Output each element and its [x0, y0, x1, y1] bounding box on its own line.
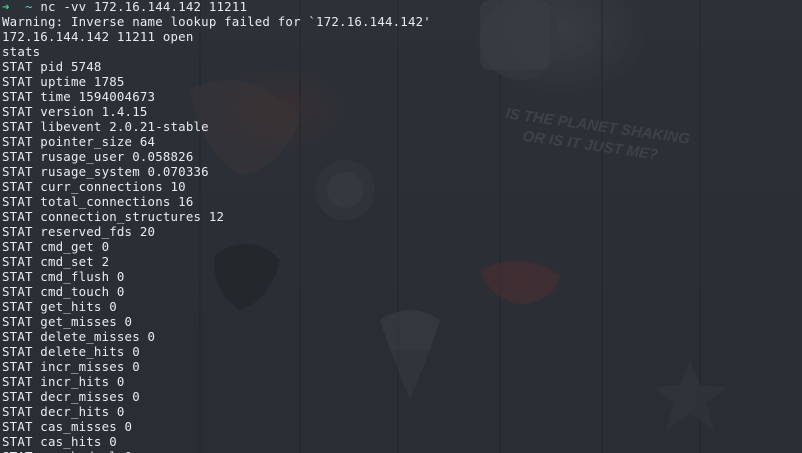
output-line: STAT get_hits 0: [2, 299, 117, 314]
output-line: STAT incr_hits 0: [2, 374, 125, 389]
prompt-arrow-icon: ➜: [2, 0, 10, 14]
output-line: STAT delete_misses 0: [2, 329, 156, 344]
output-line: STAT cmd_set 2: [2, 254, 110, 269]
output-line: Warning: Inverse name lookup failed for …: [2, 14, 431, 29]
output-line: STAT decr_hits 0: [2, 404, 125, 419]
output-line: 172.16.144.142 11211 open: [2, 29, 194, 44]
output-line: STAT cmd_flush 0: [2, 269, 125, 284]
output-line: STAT cmd_touch 0: [2, 284, 125, 299]
output-line: STAT connection_structures 12: [2, 209, 225, 224]
output-line: STAT version 1.4.15: [2, 104, 148, 119]
output-line: STAT cas_badval 0: [2, 449, 802, 453]
output-line: STAT cas_hits 0: [2, 434, 117, 449]
output-line: stats: [2, 44, 41, 59]
output-line: STAT rusage_system 0.070336: [2, 164, 209, 179]
output-line: STAT pointer_size 64: [2, 134, 156, 149]
output-line: STAT decr_misses 0: [2, 389, 140, 404]
output-line: STAT libevent 2.0.21-stable: [2, 119, 209, 134]
output-line: STAT time 1594004673: [2, 89, 156, 104]
terminal-output: ➜ ~ nc -vv 172.16.144.142 11211 Warning:…: [2, 0, 802, 453]
output-line: STAT curr_connections 10: [2, 179, 186, 194]
prompt-line: ➜ ~ nc -vv 172.16.144.142 11211: [2, 0, 802, 14]
output-line: STAT cmd_get 0: [2, 239, 110, 254]
prompt-cwd: ~: [25, 0, 33, 14]
output-line: STAT incr_misses 0: [2, 359, 140, 374]
output-line: STAT get_misses 0: [2, 314, 133, 329]
output-line: STAT total_connections 16: [2, 194, 194, 209]
output-line: STAT reserved_fds 20: [2, 224, 156, 239]
output-line: STAT rusage_user 0.058826: [2, 149, 194, 164]
command-output: Warning: Inverse name lookup failed for …: [2, 14, 802, 453]
output-line: STAT cas_misses 0: [2, 419, 133, 434]
output-line: STAT pid 5748: [2, 59, 102, 74]
terminal-window[interactable]: IS THE PLANET SHAKING OR IS IT JUST ME? …: [0, 0, 802, 453]
command-text: nc -vv 172.16.144.142 11211: [40, 0, 248, 14]
output-line: STAT uptime 1785: [2, 74, 125, 89]
output-line: STAT delete_hits 0: [2, 344, 140, 359]
